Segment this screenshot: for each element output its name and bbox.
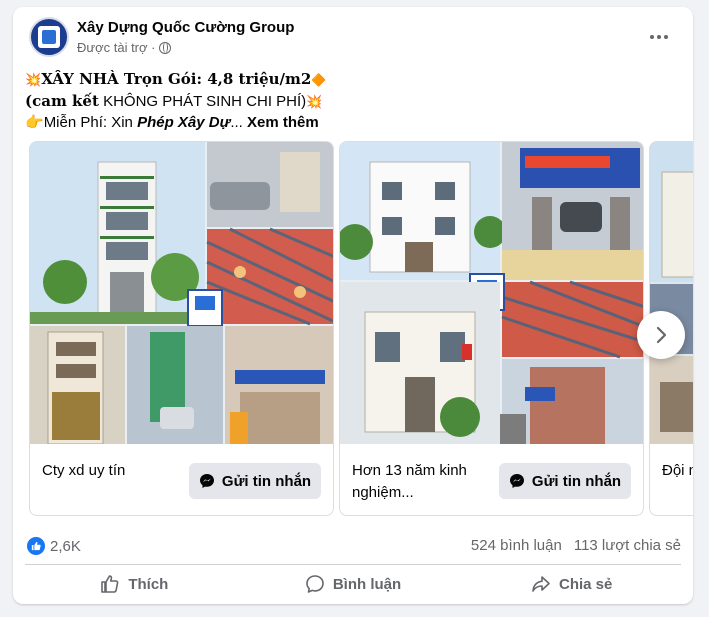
carousel-card[interactable]: Hơn 13 năm kinh nghiệm... Gửi tin nhắn: [339, 141, 644, 516]
messenger-icon: [199, 474, 214, 488]
share-button[interactable]: Chia sẻ: [462, 569, 681, 599]
reaction-count: 2,6K: [50, 537, 81, 555]
see-more-link[interactable]: Xem thêm: [247, 114, 319, 131]
more-horizontal-icon: [650, 35, 654, 39]
like-reaction-icon: [27, 537, 45, 555]
share-label: Chia sẻ: [559, 575, 613, 593]
send-message-button[interactable]: Gửi tin nhắn: [499, 463, 631, 499]
post-line-1: 💥XÂY NHÀ Trọn Gói: 4,8 triệu/m2🔶: [25, 69, 680, 91]
send-message-label: Gửi tin nhắn: [221, 472, 312, 490]
shares-count-link[interactable]: 113 lượt chia sẻ: [574, 537, 681, 554]
carousel-caption[interactable]: Cty xd uy tín: [42, 460, 172, 482]
page-name-link[interactable]: Xây Dựng Quốc Cường Group: [77, 19, 294, 36]
carousel-card[interactable]: Cty xd uy tín Gửi tin nhắn: [29, 141, 334, 516]
ad-carousel: Cty xd uy tín Gửi tin nhắn Hơn 13 năm ki…: [13, 140, 693, 520]
villa-collage-image: [340, 142, 643, 444]
sponsored-text: Được tài trợ ·: [77, 40, 156, 55]
post-line-3: 👉Miễn Phí: Xin Phép Xây Dự... Xem thêm: [25, 112, 680, 133]
house-collage-image: [650, 142, 693, 444]
collision-emoji: 💥: [25, 72, 42, 87]
send-message-button[interactable]: Gửi tin nhắn: [189, 463, 321, 499]
comment-label: Bình luận: [332, 575, 402, 593]
divider: [25, 564, 681, 565]
carousel-caption[interactable]: Hơn 13 năm kinh nghiệm...: [352, 460, 482, 504]
sponsored-post-card: Xây Dựng Quốc Cường Group Được tài trợ ·…: [13, 7, 693, 604]
orange-diamond-emoji: 🔶: [311, 73, 327, 87]
carousel-caption[interactable]: Đội n trình: [662, 460, 693, 482]
comment-icon: [306, 575, 324, 593]
comments-count-link[interactable]: 524 bình luận: [471, 537, 562, 554]
logo-icon: [38, 26, 60, 48]
send-message-label: Gửi tin nhắn: [531, 472, 622, 490]
like-label: Thích: [128, 575, 169, 593]
commitment-text: (cam kết: [25, 92, 99, 110]
free-permit-text: Miễn Phí: Xin: [43, 114, 138, 131]
chevron-right-icon: [656, 326, 667, 344]
post-line-2: (cam kết KHÔNG PHÁT SINH CHI PHÍ)💥: [25, 91, 680, 112]
reactions-summary[interactable]: 2,6K: [27, 537, 81, 555]
house-collage-image: [30, 142, 333, 444]
post-text: 💥XÂY NHÀ Trọn Gói: 4,8 triệu/m2🔶 (cam kế…: [25, 69, 680, 133]
no-extra-cost-text: KHÔNG PHÁT SINH CHI PHÍ): [98, 93, 307, 110]
permit-italic-text: Phép Xây Dự: [137, 114, 231, 131]
ellipsis: ...: [230, 114, 247, 131]
comment-button[interactable]: Bình luận: [244, 569, 463, 599]
messenger-icon: [509, 474, 524, 488]
thumbs-up-icon: [101, 575, 119, 593]
sponsored-label: Được tài trợ ·: [77, 40, 172, 55]
page-avatar[interactable]: [29, 17, 69, 57]
post-actions: Thích Bình luận Chia sẻ: [25, 569, 681, 599]
share-icon: [532, 576, 550, 592]
post-headline: XÂY NHÀ Trọn Gói: 4,8 triệu/m2: [41, 70, 312, 88]
carousel-next-button[interactable]: [637, 311, 685, 359]
engagement-counts: 524 bình luận 113 lượt chia sẻ: [471, 537, 681, 554]
collision-emoji: 💥: [306, 94, 323, 109]
more-options-button[interactable]: [641, 19, 677, 55]
pointing-hand-emoji: 👉: [25, 114, 44, 131]
like-button[interactable]: Thích: [25, 569, 244, 599]
globe-icon: [159, 41, 172, 54]
